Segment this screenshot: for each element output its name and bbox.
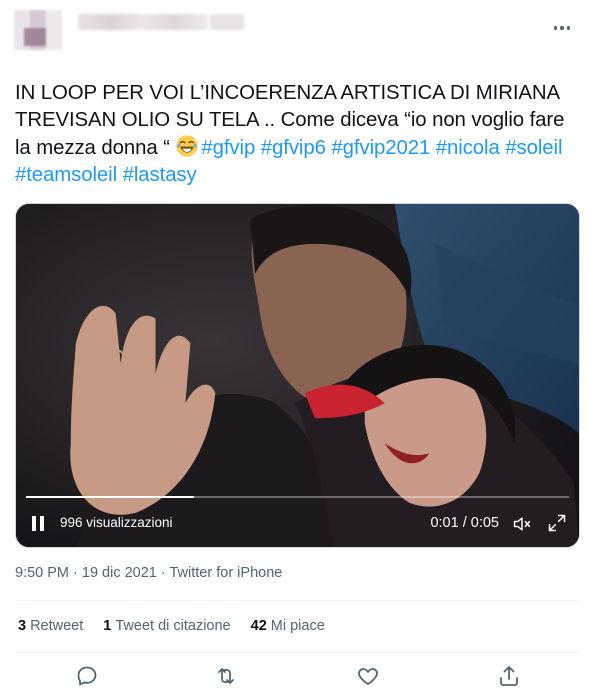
video-time: 0:01 / 0:05 (430, 515, 499, 531)
user-name-blurred[interactable] (78, 14, 208, 30)
tweet-text: IN LOOP PER VOI L’INCOERENZA ARTISTICA D… (15, 80, 580, 189)
tweet-source[interactable]: Twitter for iPhone (170, 565, 283, 581)
hashtag-gfvip2021[interactable]: #gfvip2021 (331, 137, 430, 159)
hashtag-gfvip[interactable]: #gfvip (201, 137, 255, 159)
pause-icon[interactable] (30, 514, 46, 534)
retweets-stat[interactable]: 3 Retweet (18, 618, 83, 634)
tweet-actions (0, 662, 593, 692)
divider (15, 600, 578, 601)
avatar[interactable] (14, 10, 62, 50)
tweet-meta: 9:50 PM · 19 dic 2021 · Twitter for iPho… (15, 565, 282, 581)
hashtag-gfvip6[interactable]: #gfvip6 (261, 137, 326, 159)
mute-icon[interactable] (511, 514, 533, 534)
hashtag-teamsoleil[interactable]: #teamsoleil (15, 164, 117, 186)
video-player[interactable]: 996 visualizzazioni 0:01 / 0:05 (15, 203, 580, 548)
tweet-header (0, 0, 593, 60)
quotes-stat[interactable]: 1 Tweet di citazione (103, 618, 230, 634)
hashtag-lastasy[interactable]: #lastasy (123, 164, 197, 186)
likes-stat[interactable]: 42 Mi piace (251, 618, 325, 634)
share-icon[interactable] (497, 664, 521, 688)
retweet-icon[interactable] (214, 664, 238, 688)
reply-icon[interactable] (75, 664, 99, 688)
hashtag-nicola[interactable]: #nicola (436, 137, 500, 159)
expand-icon[interactable] (547, 513, 567, 533)
hashtag-soleil[interactable]: #soleil (505, 137, 562, 159)
more-icon[interactable] (546, 18, 578, 38)
tweet-timestamp[interactable]: 9:50 PM · 19 dic 2021 (15, 565, 157, 581)
video-progress-fill (26, 496, 195, 498)
video-progress-bar[interactable] (26, 496, 569, 498)
meta-separator: · (156, 565, 170, 581)
view-count: 996 visualizzazioni (60, 515, 173, 530)
tweet-stats: 3 Retweet 1 Tweet di citazione 42 Mi piace (18, 618, 345, 634)
user-handle-blurred[interactable] (210, 14, 244, 30)
video-controls: 996 visualizzazioni 0:01 / 0:05 (16, 510, 579, 540)
tears-of-joy-emoji-icon (176, 135, 199, 157)
divider (15, 652, 578, 653)
like-icon[interactable] (356, 664, 380, 688)
